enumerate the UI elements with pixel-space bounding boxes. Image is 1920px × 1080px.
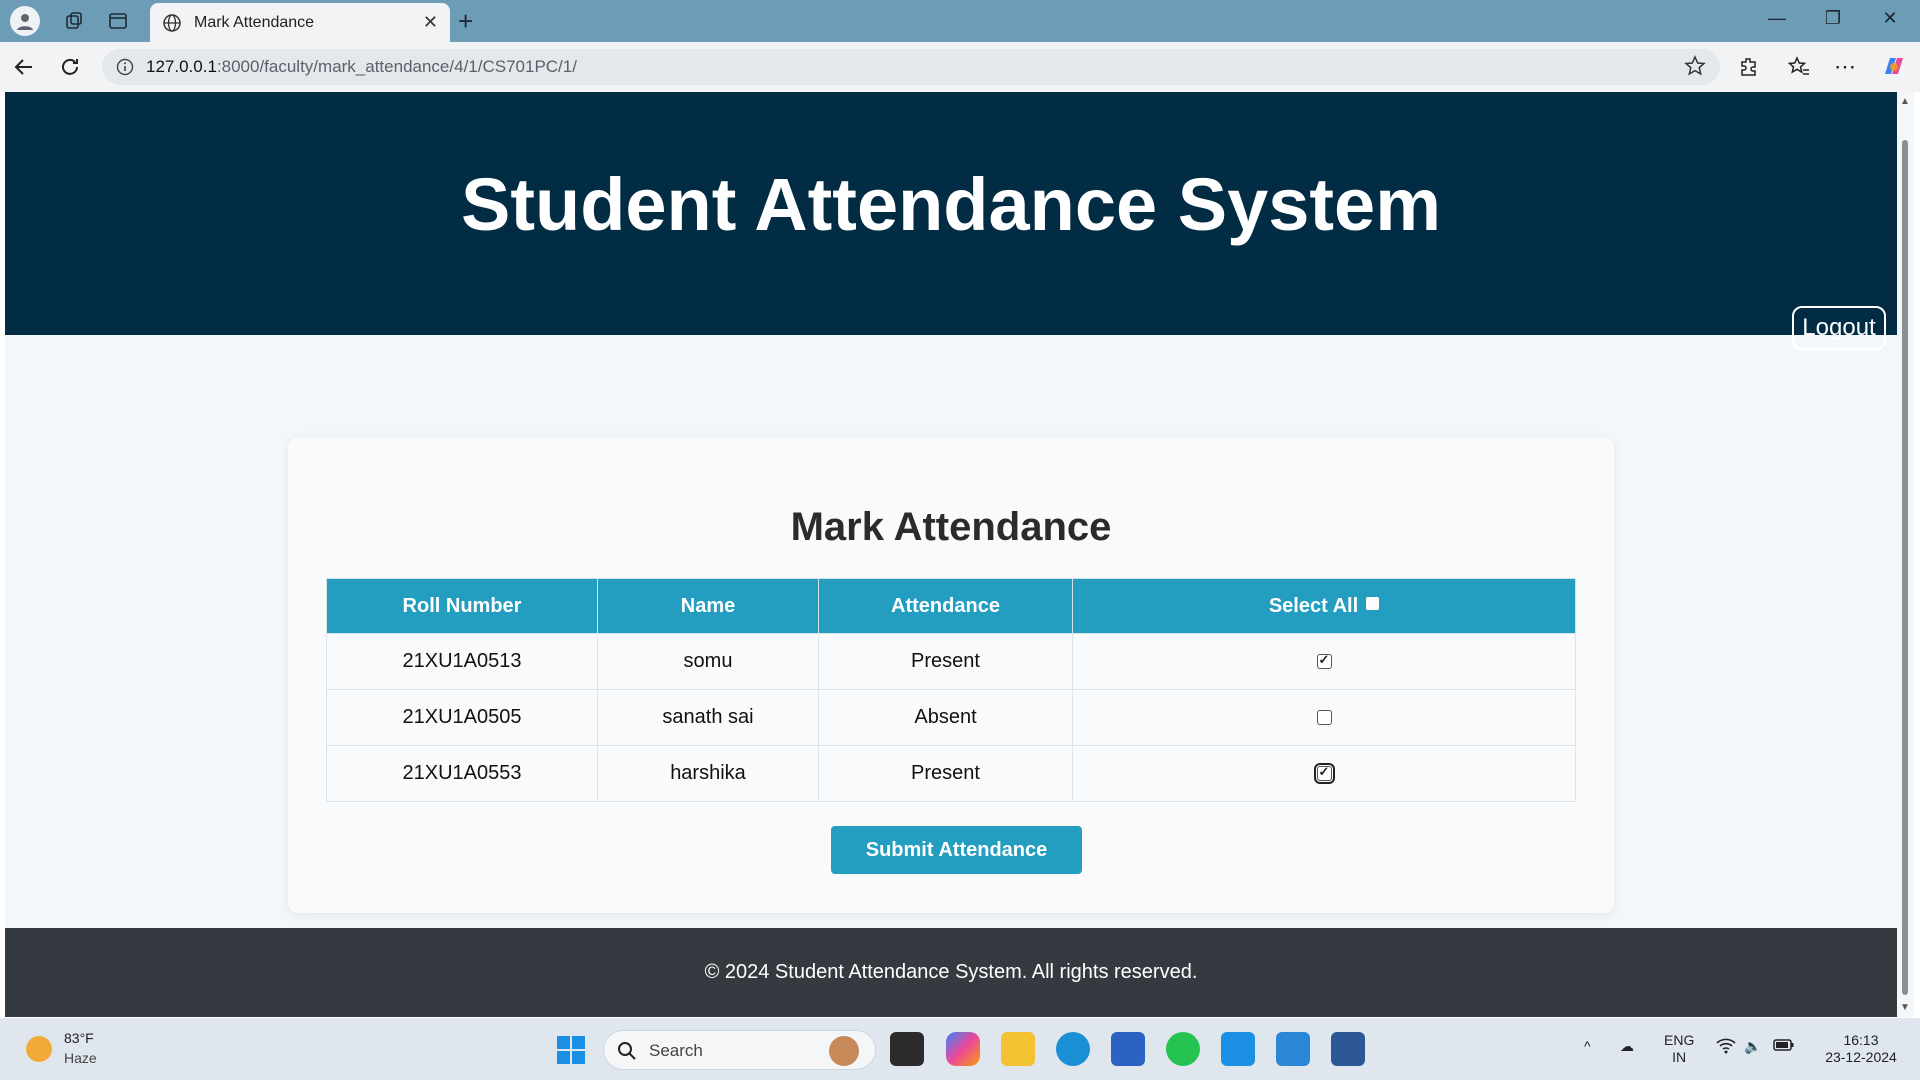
attendance-checkbox[interactable] <box>1316 710 1332 726</box>
vscode-icon[interactable] <box>1276 1032 1310 1066</box>
select-cell <box>1072 689 1576 746</box>
clock-date: 23-12-2024 <box>1825 1049 1897 1065</box>
submit-attendance-button[interactable]: Submit Attendance <box>831 826 1082 874</box>
browser-tab-bar: Mark Attendance ✕ + — ❐ ✕ <box>0 0 1920 42</box>
info-icon[interactable] <box>116 58 134 76</box>
roll-number-cell: 21XU1A0553 <box>326 745 598 802</box>
column-header-name: Name <box>597 578 819 634</box>
table-row: 21XU1A0553 harshika Present <box>326 745 1576 802</box>
tab-actions-icon[interactable] <box>100 5 136 37</box>
url-text: 127.0.0.1:8000/faculty/mark_attendance/4… <box>146 57 577 77</box>
start-icon[interactable] <box>556 1035 586 1070</box>
attendance-table: Roll Number Name Attendance Select All 2… <box>326 578 1576 802</box>
table-row: 21XU1A0513 somu Present <box>326 633 1576 690</box>
column-header-attendance: Attendance <box>818 578 1073 634</box>
workspaces-icon[interactable] <box>56 5 92 37</box>
logout-button[interactable]: Logout <box>1792 306 1886 350</box>
page-viewport: Student Attendance System Logout Mark At… <box>5 92 1897 1017</box>
search-highlight-icon <box>829 1036 859 1066</box>
globe-icon <box>163 13 181 32</box>
select-all-checkbox[interactable] <box>1366 596 1380 610</box>
minimize-icon[interactable]: — <box>1757 8 1797 29</box>
url-path: :8000/faculty/mark_attendance/4/1/CS701P… <box>216 57 577 76</box>
attendance-checkbox[interactable] <box>1313 763 1335 785</box>
search-icon <box>618 1042 636 1060</box>
tab-mark-attendance[interactable]: Mark Attendance ✕ <box>150 3 450 42</box>
restore-icon[interactable]: ❐ <box>1813 8 1853 29</box>
word-icon[interactable] <box>1331 1032 1365 1066</box>
site-title: Student Attendance System <box>461 163 1441 246</box>
url-host: 127.0.0.1 <box>146 57 217 76</box>
close-window-icon[interactable]: ✕ <box>1870 8 1910 29</box>
table-row: 21XU1A0505 sanath sai Absent <box>326 689 1576 746</box>
onedrive-icon[interactable]: ☁ <box>1620 1038 1634 1055</box>
scroll-up-icon[interactable]: ▲ <box>1900 96 1910 107</box>
region-code: IN <box>1672 1049 1687 1065</box>
name-cell: somu <box>597 633 819 690</box>
search-placeholder: Search <box>649 1041 703 1060</box>
roll-number-cell: 21XU1A0505 <box>326 689 598 746</box>
card-title: Mark Attendance <box>790 505 1112 549</box>
attendance-checkbox[interactable] <box>1316 652 1332 670</box>
close-tab-icon[interactable]: ✕ <box>423 12 438 33</box>
page-scrollbar[interactable]: ▲ ▼ <box>1897 92 1914 1017</box>
scrollbar-thumb[interactable] <box>1902 140 1908 995</box>
weather-temperature[interactable]: 83°F <box>64 1030 94 1046</box>
copilot-app-icon[interactable] <box>946 1032 980 1066</box>
column-header-select-all: Select All <box>1072 578 1576 634</box>
attendance-card: Mark Attendance Roll Number Name Attenda… <box>288 437 1614 913</box>
task-view-icon[interactable] <box>890 1032 924 1066</box>
wifi-icon[interactable] <box>1716 1038 1736 1058</box>
language-code: ENG <box>1664 1032 1695 1048</box>
weather-icon[interactable] <box>26 1036 52 1062</box>
column-header-roll: Roll Number <box>326 578 598 634</box>
site-header: Student Attendance System Logout <box>5 92 1897 350</box>
browser-nav-bar: 127.0.0.1:8000/faculty/mark_attendance/4… <box>0 42 1920 92</box>
profile-icon[interactable] <box>10 6 40 36</box>
table-header-row: Roll Number Name Attendance Select All <box>326 578 1576 634</box>
roll-number-cell: 21XU1A0513 <box>326 633 598 690</box>
favorite-star-icon[interactable] <box>1684 55 1706 82</box>
attendance-cell: Present <box>818 745 1073 802</box>
taskbar-search[interactable]: Search <box>603 1030 876 1070</box>
battery-icon[interactable] <box>1773 1038 1795 1056</box>
volume-icon[interactable]: 🔈 <box>1744 1038 1761 1055</box>
name-cell: sanath sai <box>597 689 819 746</box>
clock[interactable]: 16:13 23-12-2024 <box>1816 1032 1906 1066</box>
name-cell: harshika <box>597 745 819 802</box>
edge-icon[interactable] <box>1056 1032 1090 1066</box>
more-options-icon[interactable]: ⋯ <box>1829 51 1861 83</box>
address-bar[interactable]: 127.0.0.1:8000/faculty/mark_attendance/4… <box>102 49 1720 85</box>
select-cell <box>1072 633 1576 690</box>
clock-time: 16:13 <box>1843 1032 1879 1048</box>
select-cell <box>1072 745 1576 802</box>
copilot-icon[interactable] <box>1878 51 1910 83</box>
footer-text: © 2024 Student Attendance System. All ri… <box>704 961 1198 983</box>
store-icon[interactable] <box>1111 1032 1145 1066</box>
back-icon[interactable] <box>8 51 40 83</box>
attendance-cell: Absent <box>818 689 1073 746</box>
language-indicator[interactable]: ENG IN <box>1664 1032 1694 1066</box>
new-tab-icon[interactable]: + <box>458 6 473 36</box>
favorites-icon[interactable] <box>1783 51 1815 83</box>
weather-description[interactable]: Haze <box>64 1050 97 1066</box>
tab-title: Mark Attendance <box>194 13 315 31</box>
whatsapp-icon[interactable] <box>1166 1032 1200 1066</box>
extensions-icon[interactable] <box>1733 51 1765 83</box>
taskbar: 83°F Haze Search ^ ☁ ENG IN 🔈 16:13 23-1… <box>0 1018 1920 1080</box>
select-all-label: Select All <box>1268 594 1359 617</box>
reload-icon[interactable] <box>54 51 86 83</box>
app-icon[interactable] <box>1221 1032 1255 1066</box>
scroll-down-icon[interactable]: ▼ <box>1900 1002 1910 1013</box>
show-hidden-icons-icon[interactable]: ^ <box>1584 1038 1591 1055</box>
attendance-cell: Present <box>818 633 1073 690</box>
file-explorer-icon[interactable] <box>1001 1032 1035 1066</box>
site-footer: © 2024 Student Attendance System. All ri… <box>5 928 1897 1017</box>
